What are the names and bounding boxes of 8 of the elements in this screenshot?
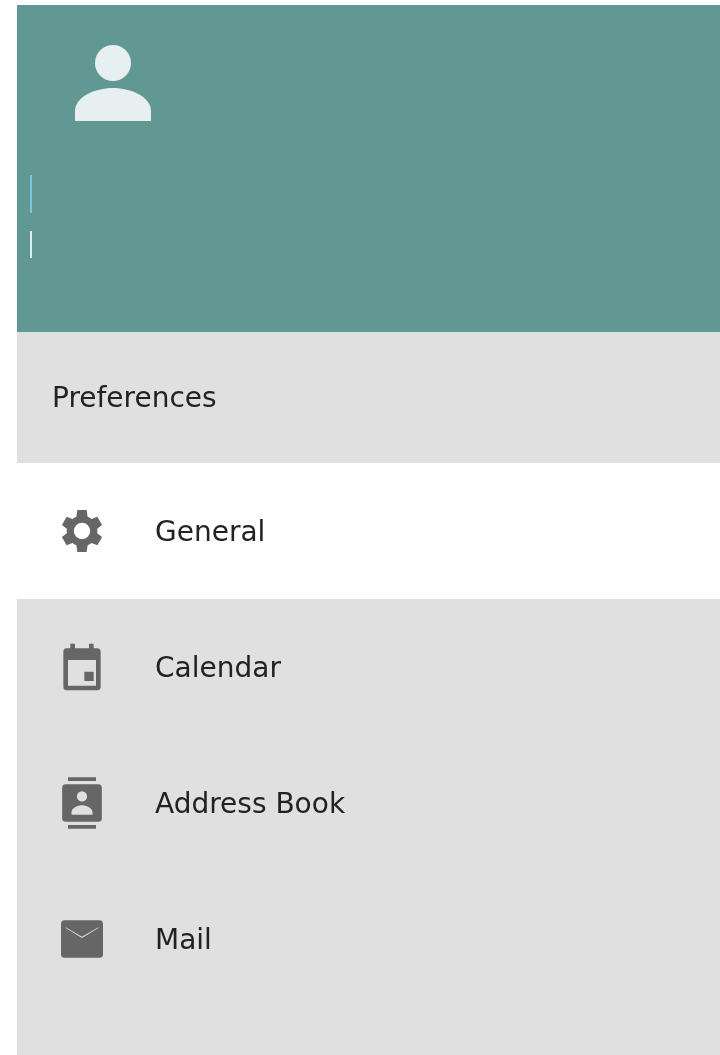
menu-item[interactable]: General [17, 463, 720, 599]
text-cursor [30, 175, 32, 213]
menu-item[interactable]: Calendar [17, 599, 720, 735]
menu-item[interactable]: Address Book [17, 735, 720, 871]
menu-item[interactable]: Mail [17, 871, 720, 1007]
section-title: Preferences [51, 380, 218, 416]
text-cursor [30, 231, 32, 258]
person-icon [75, 45, 151, 121]
